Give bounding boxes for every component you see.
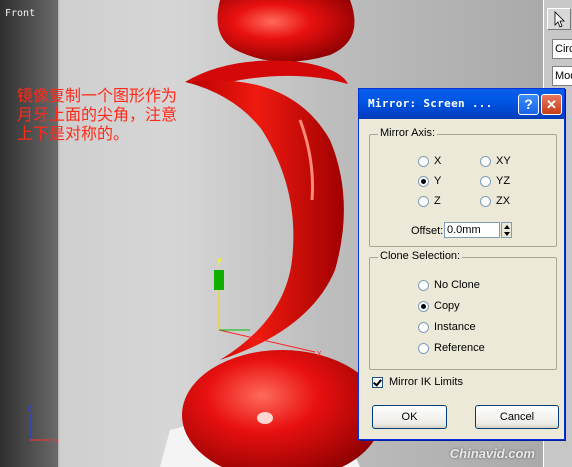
no-clone-radio[interactable]: No Clone [418,279,480,291]
axis-y-radio[interactable]: Y [418,175,441,187]
mirror-dialog: Mirror: Screen ... ? ✕ Mirror Axis: X Y … [358,88,565,440]
viewport-label[interactable]: Front [5,8,35,19]
clone-selection-title: Clone Selection: [378,250,463,262]
cancel-button[interactable]: Cancel [475,405,559,429]
watermark: Chinavid.com [449,446,535,461]
axis-x-label: X [434,155,442,167]
corner-x-label: x [54,435,59,445]
copy-radio[interactable]: Copy [418,300,460,312]
annotation-line: 上下是对称的。 [17,124,130,143]
radio-dot-selected [418,175,429,187]
checkbox-checked-icon [372,376,383,388]
ball-highlight [257,412,273,424]
axis-xy-radio[interactable]: XY [480,155,511,167]
radio-dot [418,342,429,354]
offset-label: Offset: [411,225,444,237]
dialog-title: Mirror: Screen ... [368,97,493,110]
gizmo-y-label: y [217,255,222,265]
copy-label: Copy [434,300,460,312]
axis-z-label: Z [434,195,441,207]
spinner-up-icon[interactable] [504,225,510,229]
mirror-axis-group: Mirror Axis: X Y Z XY YZ ZX Offset: 0.0m… [369,127,557,247]
bottom-ball [182,350,382,467]
instance-label: Instance [434,321,476,333]
close-button[interactable]: ✕ [541,94,562,115]
offset-input[interactable]: 0.0mm [444,222,500,238]
axis-y-label: Y [434,175,442,187]
mirror-axis-title: Mirror Axis: [378,127,437,139]
axis-z-radio[interactable]: Z [418,195,441,207]
radio-dot-selected [418,300,429,312]
radio-dot [418,321,429,333]
radio-dot [480,155,491,167]
clone-selection-group: Clone Selection: No Clone Copy Instance … [369,250,557,370]
help-button[interactable]: ? [518,94,539,115]
gizmo-x-label: x [317,348,322,358]
instance-radio[interactable]: Instance [418,321,476,333]
mirror-ik-label: Mirror IK Limits [389,376,463,388]
annotation-line: 镜像复制一个图形作为 [17,86,178,105]
axis-yz-radio[interactable]: YZ [480,175,510,187]
offset-spinner[interactable] [501,222,512,238]
radio-dot [418,195,429,207]
select-tool-button[interactable] [547,8,571,30]
axis-xy-label: XY [496,155,511,167]
modifier-list-field[interactable]: Mod [552,66,572,86]
reference-label: Reference [434,342,485,354]
ok-button[interactable]: OK [372,405,447,429]
axis-yz-label: YZ [496,175,511,187]
mirror-ik-checkbox[interactable]: Mirror IK Limits [372,376,463,388]
cursor-icon [554,11,565,28]
dialog-titlebar[interactable]: Mirror: Screen ... ? ✕ [359,89,564,119]
axis-x-radio[interactable]: X [418,155,441,167]
spinner-down-icon[interactable] [504,232,510,236]
corner-z-label: z [27,403,32,413]
object-name-field[interactable]: Circ [552,39,572,59]
annotation-line: 月牙上面的尖角，注意 [17,105,178,124]
tutorial-annotation: 镜像复制一个图形作为 月牙上面的尖角，注意 上下是对称的。 [17,86,227,143]
radio-dot [480,175,491,187]
axis-zx-radio[interactable]: ZX [480,195,510,207]
no-clone-label: No Clone [434,279,480,291]
radio-dot [480,195,491,207]
top-shape [217,0,355,62]
radio-dot [418,279,429,291]
reference-radio[interactable]: Reference [418,342,485,354]
radio-dot [418,155,429,167]
axis-zx-label: ZX [496,195,511,207]
